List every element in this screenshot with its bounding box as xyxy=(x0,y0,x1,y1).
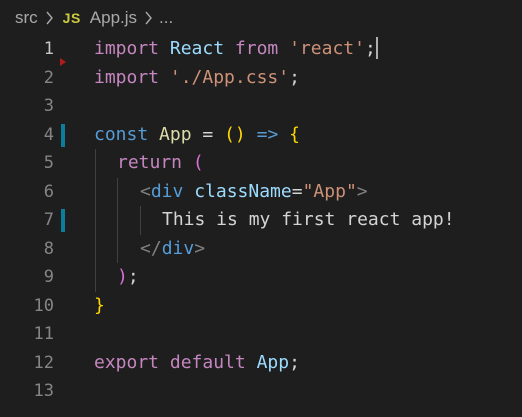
code-line[interactable]: 11 xyxy=(0,320,522,349)
line-number: 4 xyxy=(43,124,54,145)
code-line-text: <div className="App"> xyxy=(140,178,368,207)
operator-token: => xyxy=(256,123,279,145)
line-number: 3 xyxy=(43,96,54,116)
line-number: 1 xyxy=(43,39,54,59)
keyword-token: import xyxy=(94,38,160,59)
code-line-text: import './App.css'; xyxy=(94,64,300,93)
line-number: 6 xyxy=(43,181,54,202)
string-token: './App.css' xyxy=(169,66,290,88)
code-editor[interactable]: src JS App.js ... 1 import React from 'r… xyxy=(0,0,522,417)
punctuation-token: ; xyxy=(289,66,300,88)
bracket-token: { xyxy=(289,123,300,145)
operator-token: = xyxy=(202,123,214,145)
keyword-token: default xyxy=(169,351,246,373)
code-line[interactable]: 1 import React from 'react'; xyxy=(0,35,522,66)
tag-name-token: div xyxy=(161,237,195,259)
code-line[interactable]: 6 <div className="App"> xyxy=(0,177,522,207)
bracket-token: ) xyxy=(117,266,128,287)
code-line[interactable]: 9 ); xyxy=(0,263,522,292)
bracket-token: } xyxy=(94,294,105,316)
line-number: 5 xyxy=(43,153,54,173)
jsx-text-token: This is my first react app! xyxy=(162,209,455,230)
keyword-token: const xyxy=(94,123,149,145)
indent-guide xyxy=(95,177,96,206)
code-line-text: </div> xyxy=(140,235,205,264)
indent-guide xyxy=(140,206,141,235)
modified-line-indicator xyxy=(61,209,65,232)
line-number: 13 xyxy=(33,381,54,401)
line-number: 9 xyxy=(43,267,54,287)
keyword-token: from xyxy=(234,38,279,59)
indent-guide xyxy=(95,149,96,178)
line-number: 12 xyxy=(33,352,54,373)
string-token: 'react' xyxy=(289,38,365,59)
punctuation-token: ; xyxy=(289,351,300,373)
indent-guide xyxy=(117,234,118,263)
code-line[interactable]: 2 import './App.css'; xyxy=(0,64,522,93)
code-line-text: export default App; xyxy=(94,349,300,378)
bracket-token: ( xyxy=(192,152,204,173)
tag-punctuation-token: > xyxy=(356,180,368,202)
code-line-text: } xyxy=(94,292,105,321)
identifier-token: App xyxy=(159,123,192,145)
keyword-token: export xyxy=(94,351,160,373)
code-line-text: This is my first react app! xyxy=(162,206,455,235)
string-token: "App" xyxy=(302,180,357,202)
javascript-file-icon: JS xyxy=(62,10,81,26)
code-line[interactable]: 10 } xyxy=(0,292,522,321)
tag-punctuation-token: < xyxy=(140,180,151,202)
breadcrumb: src JS App.js ... xyxy=(0,0,522,36)
indent-guide xyxy=(95,234,96,263)
indent-guide xyxy=(117,177,118,206)
code-line-text: return ( xyxy=(117,149,204,178)
line-number: 8 xyxy=(43,238,54,259)
breadcrumb-folder-src[interactable]: src xyxy=(15,8,38,28)
text-cursor xyxy=(375,36,378,59)
code-line[interactable]: 5 return ( xyxy=(0,149,522,178)
code-line[interactable]: 4 const App = () => { xyxy=(0,121,522,150)
code-line[interactable]: 8 </div> xyxy=(0,234,522,264)
tag-name-token: div xyxy=(150,180,184,202)
line-number: 10 xyxy=(33,295,54,316)
indent-guide xyxy=(95,206,96,235)
tag-punctuation-token: > xyxy=(194,237,206,259)
bracket-token: () xyxy=(224,123,246,145)
operator-token: = xyxy=(291,180,303,202)
code-line[interactable]: 7 This is my first react app! xyxy=(0,206,522,235)
chevron-right-icon xyxy=(46,11,53,25)
keyword-token: import xyxy=(94,66,160,88)
identifier-token: React xyxy=(169,38,225,59)
code-line[interactable]: 12 export default App; xyxy=(0,349,522,378)
code-line[interactable]: 13 xyxy=(0,377,522,406)
line-number: 2 xyxy=(43,67,54,88)
modified-line-indicator xyxy=(61,123,65,147)
tag-punctuation-token: </ xyxy=(140,237,162,259)
line-number: 7 xyxy=(43,210,54,230)
punctuation-token: ; xyxy=(127,266,139,287)
code-line-text: const App = () => { xyxy=(94,121,300,150)
keyword-token: return xyxy=(117,152,183,173)
punctuation-token: ; xyxy=(364,38,376,59)
chevron-right-icon xyxy=(145,11,152,25)
breadcrumb-symbol-more[interactable]: ... xyxy=(159,8,173,28)
code-line[interactable]: 3 xyxy=(0,92,522,121)
code-line-text: import React from 'react'; xyxy=(94,35,378,64)
identifier-token: App xyxy=(256,351,290,373)
code-line-text: ); xyxy=(117,263,139,292)
breadcrumb-file-app-js[interactable]: App.js xyxy=(90,8,137,28)
indent-guide xyxy=(95,263,96,292)
attribute-token: className xyxy=(194,180,292,202)
line-number: 11 xyxy=(33,324,54,344)
code-area[interactable]: 1 import React from 'react'; 2 import '.… xyxy=(0,35,522,406)
indent-guide xyxy=(117,206,118,235)
